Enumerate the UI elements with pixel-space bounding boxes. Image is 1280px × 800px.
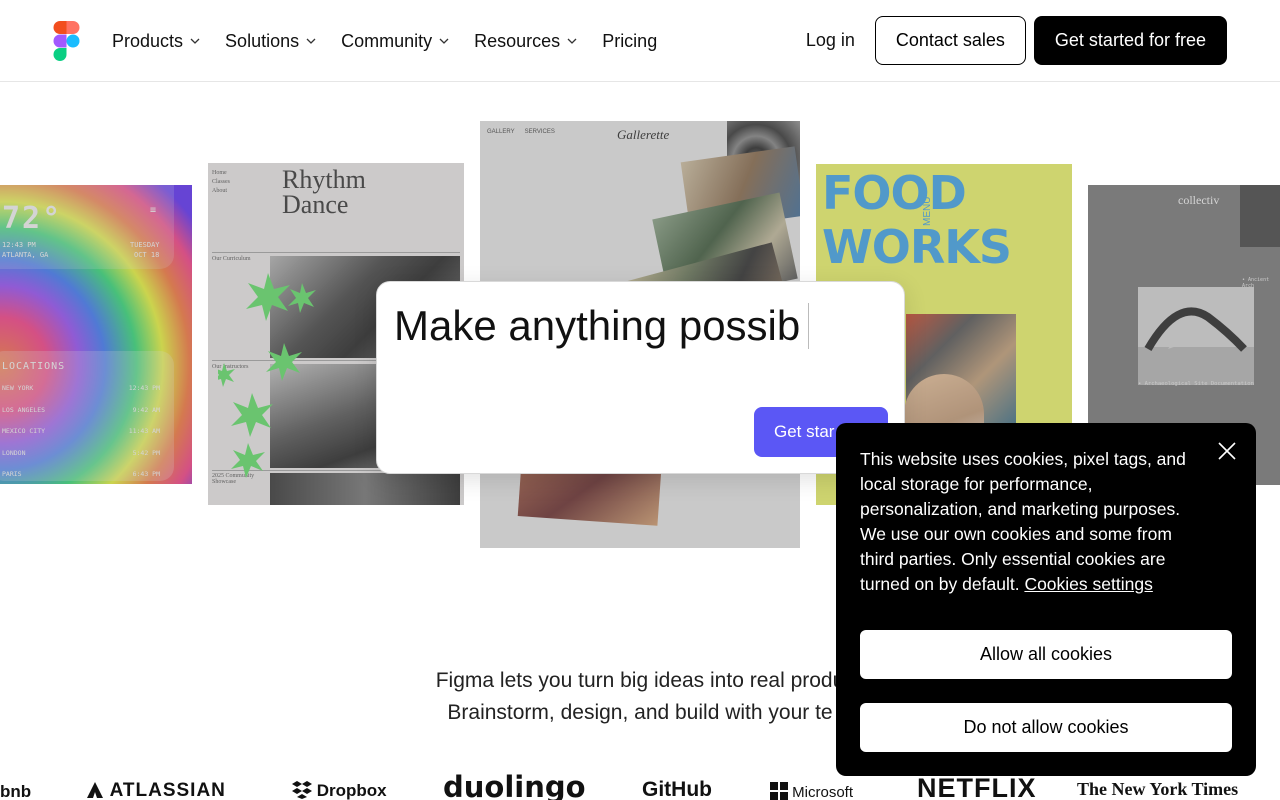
dropbox-logo: Dropbox <box>292 781 387 800</box>
rhythm-title: Rhythm Dance <box>282 165 366 219</box>
nav-pricing[interactable]: Pricing <box>602 28 657 54</box>
atlassian-icon <box>87 782 103 798</box>
location-city: LONDON <box>2 449 26 457</box>
collectiv-brand: collectiv <box>1178 193 1220 207</box>
cookie-message-text: This website uses cookies, pixel tags, a… <box>860 449 1186 594</box>
airbnb-logo: bnb <box>0 782 32 800</box>
prompt-typed-text: Make anything possib <box>394 302 801 349</box>
nav-community[interactable]: Community <box>341 28 450 54</box>
nav-resources[interactable]: Resources <box>474 28 578 54</box>
close-icon[interactable] <box>1216 440 1238 462</box>
location-time: 9:42 AM <box>132 406 160 414</box>
weather-time: 12:43 PM <box>2 241 36 249</box>
duolingo-logo: duolingo <box>443 770 586 800</box>
atlassian-text: ATLASSIAN <box>109 780 226 800</box>
rhythm-title-line2: Dance <box>282 190 349 219</box>
rhythm-menu-about: About <box>212 188 227 194</box>
divider <box>212 252 460 253</box>
text-caret <box>808 303 810 349</box>
nav-resources-label: Resources <box>474 30 561 51</box>
chevron-down-icon <box>306 38 316 44</box>
gallerette-nav-services: SERVICES <box>524 129 555 135</box>
curriculum-label: Our Curriculum <box>212 256 251 262</box>
header-actions: Log in Contact sales Get started for fre… <box>806 16 1227 65</box>
location-row: LONDON 5:42 PM <box>2 449 160 457</box>
nav-solutions[interactable]: Solutions <box>225 28 317 54</box>
chevron-down-icon <box>439 38 449 44</box>
rhythm-menu-classes: Classes <box>212 179 230 185</box>
menu-icon: ≡ <box>150 205 157 216</box>
collectiv-caption: • Archaeological Site Documentation <box>1138 381 1254 387</box>
food-works-title: FOOD WORKS <box>822 166 1012 274</box>
weather-city: ATLANTA, GA <box>2 251 49 259</box>
get-started-button[interactable]: Get started for free <box>1033 16 1227 65</box>
location-city: LOS ANGELES <box>2 406 46 414</box>
green-stars-decoration <box>218 273 316 478</box>
chevron-down-icon <box>190 38 200 44</box>
chevron-down-icon <box>567 38 577 44</box>
gallerette-nav-gallery: GALLERY <box>487 129 515 135</box>
location-time: 5:42 PM <box>132 449 160 457</box>
nav-community-label: Community <box>341 30 433 51</box>
collectiv-thumb-image <box>1240 185 1280 247</box>
microsoft-logo: Microsoft <box>770 782 853 800</box>
netflix-logo: NETFLIX <box>917 773 1037 800</box>
login-link[interactable]: Log in <box>806 30 855 51</box>
prompt-box[interactable]: Make anything possib Get star <box>376 281 905 474</box>
location-city: NEW YORK <box>2 384 34 392</box>
figma-logo-icon[interactable] <box>53 21 80 61</box>
cookie-banner: This website uses cookies, pixel tags, a… <box>836 423 1256 776</box>
atlassian-logo: ATLASSIAN <box>86 780 226 800</box>
prompt-input[interactable]: Make anything possib <box>394 302 810 350</box>
bridge-image <box>1138 287 1254 385</box>
site-header: Products Solutions Community Resources P… <box>0 0 1280 82</box>
weather-date: OCT 18 <box>134 251 160 259</box>
rhythm-menu: Home Classes About <box>212 169 230 196</box>
allow-all-cookies-button[interactable]: Allow all cookies <box>860 630 1232 679</box>
microsoft-text: Microsoft <box>792 784 854 800</box>
nav-pricing-label: Pricing <box>602 30 658 51</box>
bridge-icon <box>1138 287 1254 385</box>
location-time: 6:43 PM <box>132 470 160 478</box>
rhythm-title-line1: Rhythm <box>282 165 366 194</box>
nav-products-label: Products <box>112 30 184 51</box>
cookies-settings-link[interactable]: Cookies settings <box>1024 574 1152 594</box>
nav-products[interactable]: Products <box>112 28 201 54</box>
food-works-menu: MENU <box>922 196 933 226</box>
dropbox-text: Dropbox <box>316 781 387 800</box>
deny-cookies-button[interactable]: Do not allow cookies <box>860 703 1232 752</box>
location-time: 12:43 PM <box>128 384 160 392</box>
location-time: 11:43 AM <box>128 427 160 435</box>
location-city: MEXICO CITY <box>2 427 46 435</box>
location-row: LOS ANGELES 9:42 AM <box>2 406 160 414</box>
main-nav: Products Solutions Community Resources P… <box>112 28 681 54</box>
gallerette-brand: Gallerette <box>617 127 670 142</box>
weather-day: TUESDAY <box>130 241 160 249</box>
locations-title: LOCATIONS <box>2 361 66 372</box>
location-city: PARIS <box>2 470 22 478</box>
gallerette-nav: GALLERY SERVICES <box>487 129 555 135</box>
microsoft-icon <box>770 782 788 800</box>
weather-temp: 72° <box>2 201 63 236</box>
weather-app-preview: 72° ≡ 12:43 PM TUESDAY ATLANTA, GA OCT 1… <box>0 185 192 484</box>
cookie-message: This website uses cookies, pixel tags, a… <box>860 447 1210 597</box>
location-row: PARIS 6:43 PM <box>2 470 160 478</box>
dropbox-icon <box>292 781 312 799</box>
rhythm-menu-home: Home <box>212 170 227 176</box>
nytimes-logo: The New York Times <box>1077 779 1239 799</box>
github-logo: GitHub <box>642 778 712 800</box>
location-row: NEW YORK 12:43 PM <box>2 384 160 392</box>
nav-solutions-label: Solutions <box>225 30 300 51</box>
contact-sales-button[interactable]: Contact sales <box>874 16 1026 65</box>
location-row: MEXICO CITY 11:43 AM <box>2 427 160 435</box>
